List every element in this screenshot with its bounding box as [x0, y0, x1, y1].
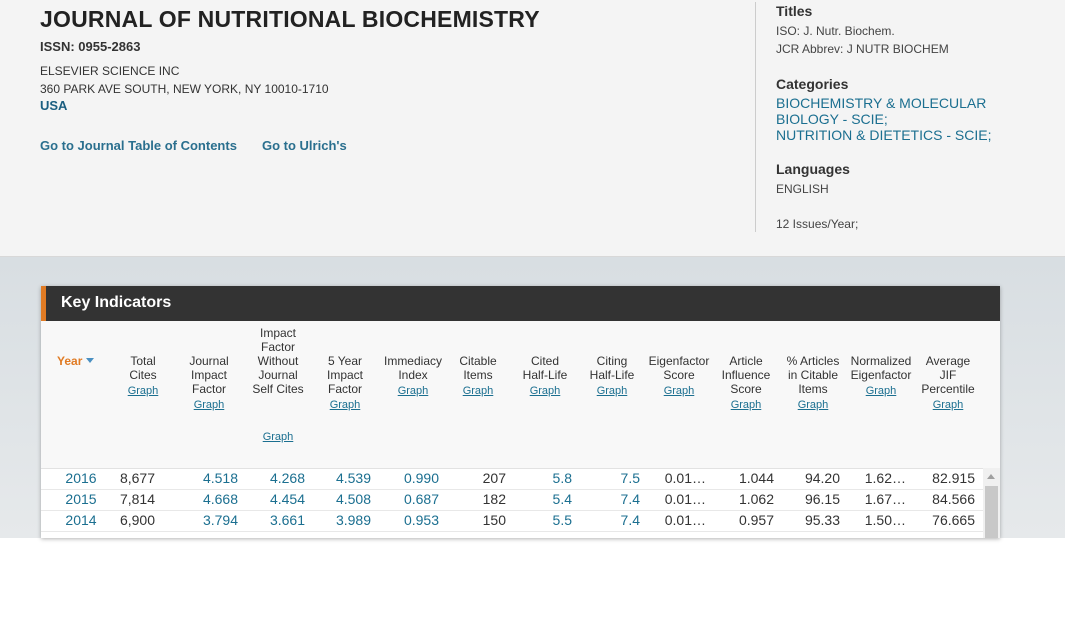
cell-avg-jif-percentile: 84.566 [932, 491, 975, 507]
table-row: 2014 6,900 3.794 3.661 3.989 0.953 150 5… [41, 510, 983, 532]
categories-heading: Categories [776, 76, 849, 92]
divider [755, 2, 756, 232]
cell-jif[interactable]: 4.518 [203, 470, 238, 486]
col-normalized-eigenfactor: Normalized Eigenfactor Graph [849, 354, 913, 398]
cell-jif-no-self[interactable]: 4.454 [270, 491, 305, 507]
key-indicators-header: Key Indicators [41, 286, 1000, 321]
cell-citing-half-life[interactable]: 7.4 [621, 491, 640, 507]
publisher-address: 360 PARK AVE SOUTH, NEW YORK, NY 10010-1… [40, 82, 329, 96]
scrollbar-thumb[interactable] [985, 486, 998, 538]
graph-link[interactable]: Graph [717, 398, 775, 412]
cell-avg-jif-percentile: 76.665 [932, 512, 975, 528]
cell-normalized-eigenfactor: 1.67… [864, 491, 906, 507]
cell-5yr-jif[interactable]: 3.989 [336, 512, 371, 528]
cell-total-cites: 7,814 [119, 491, 155, 507]
cell-article-influence: 0.957 [738, 512, 774, 528]
col-average-jif-percentile: Average JIF Percentile Graph [919, 354, 977, 412]
graph-link[interactable]: Graph [317, 398, 373, 412]
cell-article-influence: 1.062 [738, 491, 774, 507]
col-citing-half-life: Citing Half-Life Graph [588, 354, 636, 398]
publisher-country: USA [40, 98, 68, 113]
key-indicators-panel: Key Indicators Year Total Cites Graph Jo… [41, 286, 1000, 538]
graph-link[interactable]: Graph [783, 398, 843, 412]
scroll-up-icon[interactable] [987, 474, 995, 479]
cell-citing-half-life[interactable]: 7.4 [621, 512, 640, 528]
cell-cited-half-life[interactable]: 5.5 [553, 512, 572, 528]
col-journal-impact-factor: Journal Impact Factor Graph [183, 354, 235, 412]
graph-link[interactable]: Graph [588, 384, 636, 398]
cell-5yr-jif[interactable]: 4.539 [336, 470, 371, 486]
titles-heading: Titles [776, 3, 813, 19]
graph-link[interactable]: Graph [381, 384, 445, 398]
language-value: ENGLISH [776, 182, 829, 196]
journal-title: JOURNAL OF NUTRITIONAL BIOCHEMISTRY [40, 6, 540, 32]
table-row: 2015 7,814 4.668 4.454 4.508 0.687 182 5… [41, 489, 983, 511]
publisher-name: ELSEVIER SCIENCE INC [40, 64, 180, 78]
graph-link[interactable]: Graph [119, 384, 167, 398]
graph-link[interactable]: Graph [183, 398, 235, 412]
graph-link[interactable]: Graph [521, 384, 569, 398]
cell-cited-half-life[interactable]: 5.4 [553, 491, 572, 507]
table-header: Year Total Cites Graph Journal Impact Fa… [41, 321, 1000, 469]
col-immediacy-index: Immediacy Index Graph [381, 354, 445, 398]
category-item[interactable]: NUTRITION & DIETETICS - SCIE; [776, 127, 1016, 143]
cell-pct-citable: 94.20 [804, 470, 840, 486]
cell-cited-half-life[interactable]: 5.8 [553, 470, 572, 486]
languages-heading: Languages [776, 161, 850, 177]
cell-pct-citable: 96.15 [804, 491, 840, 507]
cell-5yr-jif[interactable]: 4.508 [336, 491, 371, 507]
cell-pct-citable: 95.33 [804, 512, 840, 528]
graph-link[interactable]: Graph [453, 384, 503, 398]
cell-article-influence: 1.044 [738, 470, 774, 486]
table-scrollbar[interactable] [983, 468, 1000, 538]
cell-citable-items: 182 [482, 491, 506, 507]
cell-immediacy[interactable]: 0.953 [404, 512, 439, 528]
cell-jif-no-self[interactable]: 4.268 [270, 470, 305, 486]
cell-jif[interactable]: 3.794 [203, 512, 238, 528]
cell-total-cites: 8,677 [119, 470, 155, 486]
year-link[interactable]: 2014 [59, 512, 103, 528]
cell-avg-jif-percentile: 82.915 [932, 470, 975, 486]
graph-link[interactable]: Graph [849, 384, 913, 398]
year-link[interactable]: 2015 [59, 491, 103, 507]
cell-total-cites: 6,900 [119, 512, 155, 528]
cell-eigenfactor: 0.01… [664, 470, 706, 486]
ulrichs-link[interactable]: Go to Ulrich's [262, 138, 347, 153]
year-link[interactable]: 2016 [59, 470, 103, 486]
col-if-without-self-cites: Impact Factor Without Journal Self Cites… [251, 326, 305, 444]
cell-jif[interactable]: 4.668 [203, 491, 238, 507]
iso-title: ISO: J. Nutr. Biochem. [776, 24, 895, 38]
cell-immediacy[interactable]: 0.990 [404, 470, 439, 486]
category-item[interactable]: BIOCHEMISTRY & MOLECULAR BIOLOGY - SCIE; [776, 95, 1016, 127]
col-article-influence-score: Article Influence Score Graph [717, 354, 775, 412]
year-sort-header[interactable]: Year [57, 354, 95, 368]
cell-citing-half-life[interactable]: 7.5 [621, 470, 640, 486]
cell-normalized-eigenfactor: 1.62… [864, 470, 906, 486]
cell-citable-items: 150 [482, 512, 506, 528]
col-total-cites: Total Cites Graph [119, 354, 167, 398]
graph-link[interactable]: Graph [919, 398, 977, 412]
jcr-abbrev: JCR Abbrev: J NUTR BIOCHEM [776, 42, 949, 56]
col-eigenfactor-score: Eigenfactor Score Graph [647, 354, 711, 398]
table-of-contents-link[interactable]: Go to Journal Table of Contents [40, 138, 237, 153]
journal-info-panel: JOURNAL OF NUTRITIONAL BIOCHEMISTRY ISSN… [0, 0, 1065, 257]
cell-eigenfactor: 0.01… [664, 491, 706, 507]
table-row: 2016 8,677 4.518 4.268 4.539 0.990 207 5… [41, 468, 983, 490]
cell-immediacy[interactable]: 0.687 [404, 491, 439, 507]
col-cited-half-life: Cited Half-Life Graph [521, 354, 569, 398]
issues-per-year: 12 Issues/Year; [776, 217, 859, 231]
graph-link[interactable]: Graph [647, 384, 711, 398]
journal-issn: ISSN: 0955-2863 [40, 39, 141, 54]
key-indicators-title: Key Indicators [61, 294, 172, 311]
table-body: 2016 8,677 4.518 4.268 4.539 0.990 207 5… [41, 468, 983, 538]
col-citable-items: Citable Items Graph [453, 354, 503, 398]
cell-citable-items: 207 [482, 470, 506, 486]
col-pct-articles-citable: % Articles in Citable Items Graph [783, 354, 843, 412]
cell-eigenfactor: 0.01… [664, 512, 706, 528]
cell-jif-no-self[interactable]: 3.661 [270, 512, 305, 528]
col-5-year-impact-factor: 5 Year Impact Factor Graph [317, 354, 373, 412]
graph-link[interactable]: Graph [251, 430, 305, 444]
sort-down-icon [86, 358, 95, 363]
cell-normalized-eigenfactor: 1.50… [864, 512, 906, 528]
